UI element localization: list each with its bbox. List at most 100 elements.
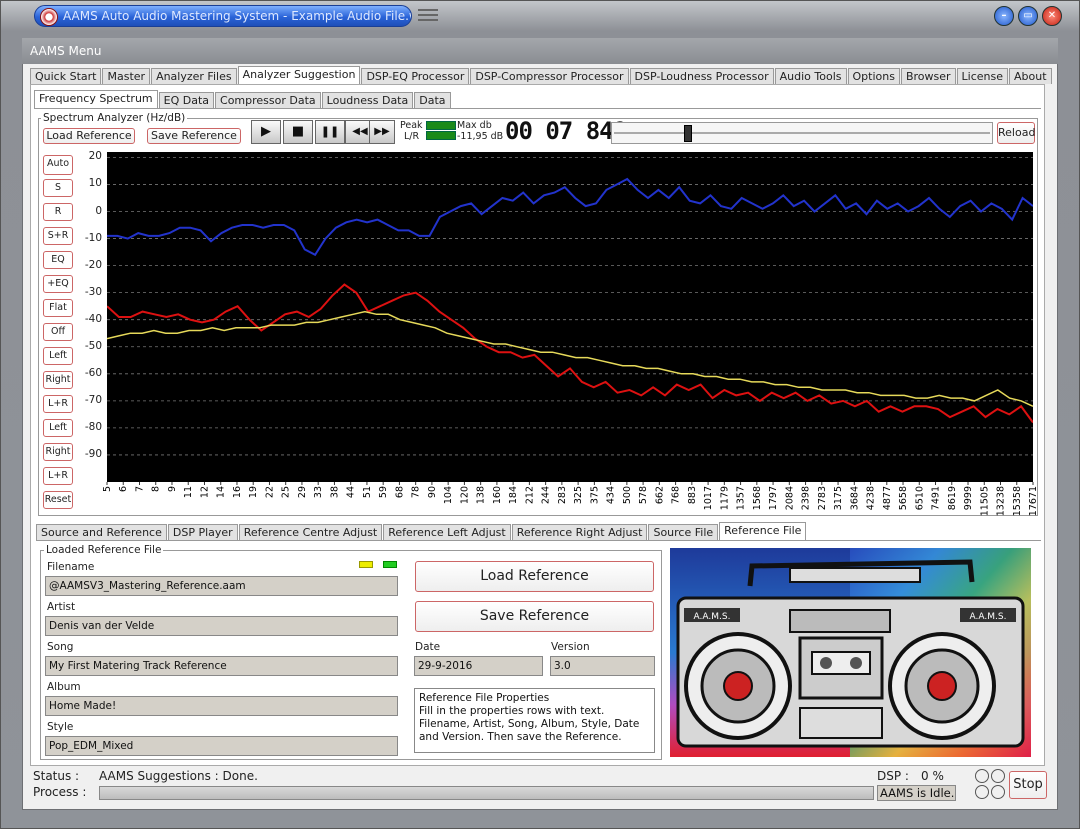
x-tick-label: 7491	[931, 486, 942, 510]
x-tick-label: 11505	[979, 486, 990, 516]
x-tick-label: 6	[118, 486, 129, 492]
song-label: Song	[47, 641, 74, 653]
properties-title: Reference File Properties	[419, 692, 550, 704]
main-tab-11[interactable]: About	[1009, 68, 1052, 84]
lr-label: L/R	[404, 131, 420, 142]
sub-tab-1[interactable]: EQ Data	[158, 92, 215, 108]
x-tick-label: 68	[394, 486, 405, 498]
style-field[interactable]: Pop_EDM_Mixed	[45, 736, 398, 756]
side-button-7[interactable]: Off	[43, 323, 73, 341]
x-tick-label: 38	[329, 486, 340, 498]
main-tab-4[interactable]: DSP-EQ Processor	[361, 68, 470, 84]
status-value: AAMS Suggestions : Done.	[99, 769, 258, 783]
load-reference-button[interactable]: Load Reference	[43, 128, 135, 144]
restore-icon[interactable]: ▭	[1018, 6, 1038, 26]
artist-field[interactable]: Denis van der Velde	[45, 616, 398, 636]
x-tick-label: 4238	[866, 486, 877, 510]
sub-tab-4[interactable]: Data	[414, 92, 451, 108]
side-button-9[interactable]: Right	[43, 371, 73, 389]
window-controls: – ▭ ✕	[994, 6, 1066, 28]
main-tab-3[interactable]: Analyzer Suggestion	[237, 66, 361, 84]
main-tab-8[interactable]: Options	[847, 68, 900, 84]
dsp-label: DSP :	[877, 769, 909, 783]
sub-tab-2[interactable]: Compressor Data	[215, 92, 321, 108]
side-button-11[interactable]: Left	[43, 419, 73, 437]
bottom-tab-0[interactable]: Source and Reference	[36, 524, 167, 540]
main-tab-10[interactable]: License	[956, 68, 1009, 84]
side-button-0[interactable]: Auto	[43, 155, 73, 175]
app-logo-icon[interactable]	[40, 8, 58, 26]
x-tick-label: 8619	[947, 486, 958, 510]
hamburger-menu-icon[interactable]	[418, 9, 438, 23]
side-button-3[interactable]: S+R	[43, 227, 73, 245]
stop-transport-button[interactable]: ■	[283, 120, 313, 144]
led-icon	[991, 769, 1005, 783]
x-tick-label: 5	[102, 486, 113, 492]
load-reference-file-button[interactable]: Load Reference	[415, 561, 654, 592]
menu-bar[interactable]: AAMS Menu	[22, 38, 1058, 64]
side-button-8[interactable]: Left	[43, 347, 73, 365]
forward-button[interactable]: ▶▶	[369, 120, 395, 144]
side-button-4[interactable]: EQ	[43, 251, 73, 269]
slider-thumb[interactable]	[684, 125, 692, 142]
x-tick-label: 15358	[1012, 486, 1023, 516]
side-button-10[interactable]: L+R	[43, 395, 73, 413]
date-field[interactable]: 29-9-2016	[414, 656, 543, 676]
y-tick-label: -80	[84, 420, 102, 433]
peak-meter-left	[426, 121, 456, 130]
stop-button[interactable]: Stop	[1009, 771, 1047, 799]
pause-button[interactable]: ❚❚	[315, 120, 345, 144]
main-tab-1[interactable]: Master	[102, 68, 151, 84]
side-button-5[interactable]: +EQ	[43, 275, 73, 293]
x-tick-label: 14	[216, 486, 227, 498]
bottom-tab-2[interactable]: Reference Centre Adjust	[238, 524, 383, 540]
x-tick-label: 16	[232, 486, 243, 498]
x-tick-label: 4877	[882, 486, 893, 510]
position-slider[interactable]	[611, 122, 993, 144]
side-button-12[interactable]: Right	[43, 443, 73, 461]
led-icon	[975, 769, 989, 783]
sub-tab-3[interactable]: Loudness Data	[321, 92, 414, 108]
side-button-14[interactable]: Reset	[43, 491, 73, 509]
x-tick-label: 434	[606, 486, 617, 504]
main-tab-0[interactable]: Quick Start	[30, 68, 102, 84]
main-tab-5[interactable]: DSP-Compressor Processor	[470, 68, 629, 84]
version-field[interactable]: 3.0	[550, 656, 655, 676]
bottom-tab-5[interactable]: Source File	[648, 524, 719, 540]
bottom-tab-3[interactable]: Reference Left Adjust	[383, 524, 511, 540]
play-button[interactable]: ▶	[251, 120, 281, 144]
save-reference-file-button[interactable]: Save Reference	[415, 601, 654, 632]
y-tick-label: -30	[84, 285, 102, 298]
main-tab-7[interactable]: Audio Tools	[774, 68, 847, 84]
x-tick-label: 375	[589, 486, 600, 504]
minimize-icon[interactable]: –	[994, 6, 1014, 26]
close-icon[interactable]: ✕	[1042, 6, 1062, 26]
reference-file-label: Loaded Reference File	[44, 544, 164, 556]
save-reference-button[interactable]: Save Reference	[147, 128, 241, 144]
x-tick-label: 160	[492, 486, 503, 504]
side-button-2[interactable]: R	[43, 203, 73, 221]
filename-field[interactable]: @AAMSV3_Mastering_Reference.aam	[45, 576, 398, 596]
album-field[interactable]: Home Made!	[45, 696, 398, 716]
series-line-2	[107, 310, 1033, 407]
main-tab-2[interactable]: Analyzer Files	[151, 68, 237, 84]
side-button-13[interactable]: L+R	[43, 467, 73, 485]
x-tick-label: 212	[524, 486, 535, 504]
sub-tab-0[interactable]: Frequency Spectrum	[34, 90, 158, 108]
bottom-tab-1[interactable]: DSP Player	[167, 524, 238, 540]
main-tab-6[interactable]: DSP-Loudness Processor	[629, 68, 774, 84]
x-tick-label: 19	[248, 486, 259, 498]
song-field[interactable]: My First Matering Track Reference	[45, 656, 398, 676]
title-bar[interactable]: AAMS Auto Audio Mastering System - Examp…	[0, 0, 1080, 34]
reload-button[interactable]: Reload	[997, 122, 1035, 144]
side-button-6[interactable]: Flat	[43, 299, 73, 317]
x-tick-label: 78	[411, 486, 422, 498]
x-tick-label: 3175	[833, 486, 844, 510]
main-tab-9[interactable]: Browser	[900, 68, 956, 84]
bottom-tab-6[interactable]: Reference File	[719, 522, 807, 540]
side-button-1[interactable]: S	[43, 179, 73, 197]
boombox-image: A.A.M.S. A.A.M.S.	[670, 548, 1031, 757]
sub-tabs: Frequency Spectrum EQ Data Compressor Data…	[34, 90, 452, 108]
bottom-tab-4[interactable]: Reference Right Adjust	[511, 524, 648, 540]
x-tick-label: 44	[346, 486, 357, 498]
